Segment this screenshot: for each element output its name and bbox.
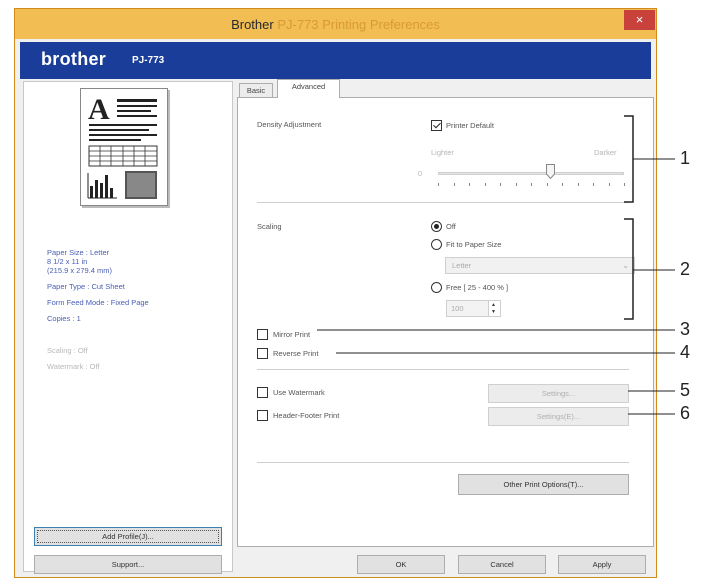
slider-tick (578, 183, 579, 186)
printer-default-checkbox[interactable] (431, 120, 442, 131)
printing-preferences-window: Brother PJ-773 Printing Preferences × br… (14, 8, 657, 578)
slider-tick (593, 183, 594, 186)
spin-down-icon: ▼ (491, 309, 496, 315)
callout-4: 4 (680, 342, 691, 362)
fit-to-paper-size-label: Fit to Paper Size (446, 240, 502, 249)
density-scale-start: 0 (418, 169, 423, 178)
copies-info: Copies : 1 (47, 314, 81, 323)
slider-tick (609, 183, 610, 186)
other-print-options-button[interactable]: Other Print Options(T)... (458, 474, 629, 495)
slider-tick (547, 183, 548, 186)
support-button[interactable]: Support... (34, 555, 222, 574)
slider-tick (562, 183, 563, 186)
spin-buttons[interactable]: ▲ ▼ (488, 301, 500, 316)
callout-6: 6 (680, 403, 691, 423)
add-profile-button[interactable]: Add Profile(J)... (34, 527, 222, 546)
title-prefix: Brother (231, 17, 274, 32)
paper-size-info: Paper Size : Letter (47, 248, 110, 257)
mirror-print-checkbox[interactable] (257, 329, 268, 340)
paper-size-select[interactable]: Letter ⌄ (445, 257, 635, 274)
brand-banner: brother PJ-773 (20, 42, 651, 79)
slider-tick (485, 183, 486, 186)
reverse-print-checkbox[interactable] (257, 348, 268, 359)
density-separator (257, 202, 629, 203)
mirror-print-label: Mirror Print (273, 330, 311, 339)
cancel-button[interactable]: Cancel (458, 555, 546, 574)
bottom-separator (257, 462, 629, 463)
callout-1: 1 (680, 148, 691, 168)
left-panel: A Paper Size: Letter 8 1/2 x 11 in (215… (23, 81, 233, 574)
title-product: PJ-773 Printing Preferences (277, 17, 440, 32)
header-footer-print-checkbox[interactable] (257, 410, 268, 421)
print-options-separator (257, 369, 629, 370)
free-scaling-radio[interactable] (431, 282, 442, 293)
scaling-label: Scaling (257, 222, 282, 231)
close-button[interactable]: × (624, 10, 655, 30)
advanced-tab-panel: Density Adjustment Printer Default Light… (237, 97, 654, 547)
paper-size-select-value: Letter (452, 261, 472, 270)
chevron-down-icon: ⌄ (622, 261, 629, 270)
header-footer-settings-button[interactable]: Settings(E)... (488, 407, 629, 426)
slider-tick (624, 183, 625, 186)
tab-advanced[interactable]: Advanced (277, 79, 340, 98)
slider-tick (500, 183, 501, 186)
use-watermark-checkbox[interactable] (257, 387, 268, 398)
paper-type-info: Paper Type : Cut Sheet (47, 282, 125, 291)
darker-label: Darker (594, 148, 617, 157)
slider-tick (516, 183, 517, 186)
brand-logo: brother (41, 49, 107, 69)
slider-tick (454, 183, 455, 186)
title-bar[interactable]: Brother PJ-773 Printing Preferences × (15, 9, 656, 39)
svg-text:A: A (88, 93, 110, 126)
callout-5: 5 (680, 380, 691, 400)
reverse-print-label: Reverse Print (273, 349, 319, 358)
scaling-off-label: Off (446, 222, 456, 231)
ok-button[interactable]: OK (357, 555, 445, 574)
free-scaling-spinbox[interactable]: 100 ▲ ▼ (446, 300, 501, 317)
watermark-settings-button[interactable]: Settings... (488, 384, 629, 403)
callout-2: 2 (680, 259, 691, 279)
density-slider-thumb[interactable] (546, 164, 555, 180)
paper-size-mm: (215.9 x 279.4 mm) (47, 266, 113, 275)
scaling-info: Scaling : Off (47, 346, 88, 355)
lighter-label: Lighter (431, 148, 454, 157)
callout-3: 3 (680, 319, 691, 339)
watermark-info: Watermark : Off (47, 362, 100, 371)
density-slider-track[interactable] (438, 172, 624, 175)
slider-tick (531, 183, 532, 186)
use-watermark-label: Use Watermark (273, 388, 325, 397)
fit-to-paper-size-radio[interactable] (431, 239, 442, 250)
close-icon: × (635, 12, 644, 27)
form-feed-info: Form Feed Mode : Fixed Page (47, 298, 149, 307)
scaling-off-radio[interactable] (431, 221, 442, 232)
paper-size-inches: 8 1/2 x 11 in (47, 257, 88, 266)
header-footer-print-label: Header-Footer Print (273, 411, 340, 420)
apply-button[interactable]: Apply (558, 555, 646, 574)
free-scaling-value: 100 (451, 304, 464, 313)
slider-tick (438, 183, 439, 186)
printer-default-label: Printer Default (446, 121, 494, 130)
density-adjustment-label: Density Adjustment (257, 120, 322, 129)
model-label: PJ-773 (132, 55, 165, 66)
free-scaling-label: Free [ 25 - 400 % ] (446, 283, 509, 292)
page-preview-icon: A (80, 88, 168, 206)
window-title: Brother PJ-773 Printing Preferences (15, 17, 656, 32)
slider-tick (469, 183, 470, 186)
spin-up-icon: ▲ (491, 302, 496, 308)
